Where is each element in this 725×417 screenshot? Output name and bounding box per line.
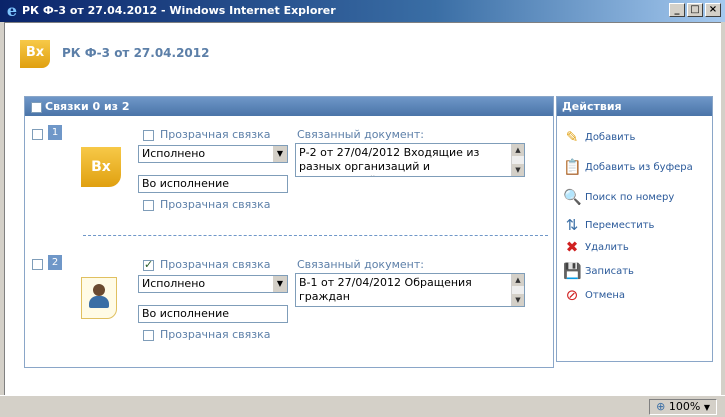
linked-document-field[interactable]: В-1 от 27/04/2012 Обращения граждан ▲ ▼: [295, 273, 525, 307]
transparent-link-checkbox[interactable]: [143, 258, 154, 271]
close-button[interactable]: ×: [705, 3, 721, 17]
save-icon: 💾: [563, 262, 582, 280]
window-controls: _ □ ×: [667, 3, 721, 17]
scroll-down-icon[interactable]: ▼: [512, 164, 524, 176]
window-title: РК Ф-3 от 27.04.2012 - Windows Internet …: [22, 4, 336, 17]
add-icon: ✎: [565, 128, 579, 146]
note-input[interactable]: Во исполнение: [138, 305, 288, 323]
search-by-number-button[interactable]: 🔍 Поиск по номеру: [563, 187, 674, 207]
links-panel: Связки 0 из 2 1 Вх Прозрачная связка Исп…: [24, 96, 554, 368]
move-button[interactable]: ⇅ Переместить: [563, 215, 655, 235]
transparent-link-option-top[interactable]: Прозрачная связка: [143, 258, 270, 271]
transparent-link-checkbox[interactable]: [143, 199, 154, 211]
row-checkbox[interactable]: [32, 259, 43, 270]
row-number: 2: [48, 255, 62, 270]
link-row: 2 Прозрачная связка Исполнено ▼ Во испол…: [25, 255, 555, 355]
window-title-bar[interactable]: e РК Ф-3 от 27.04.2012 - Windows Interne…: [0, 0, 725, 22]
row-divider: [83, 235, 548, 236]
transparent-link-checkbox[interactable]: [143, 129, 154, 141]
zoom-icon: ⊕: [656, 400, 666, 413]
scrollbar[interactable]: ▲ ▼: [511, 144, 524, 176]
minimize-button[interactable]: _: [669, 3, 685, 17]
chevron-down-icon[interactable]: ▼: [704, 403, 710, 412]
scrollbar[interactable]: ▲ ▼: [511, 274, 524, 306]
linked-document-label: Связанный документ:: [297, 258, 424, 271]
select-all-checkbox[interactable]: [31, 101, 42, 113]
page-title: РК Ф-3 от 27.04.2012: [62, 46, 210, 60]
transparent-link-checkbox[interactable]: [143, 329, 154, 341]
cancel-icon: ⊘: [565, 286, 579, 304]
incoming-badge-icon: Вх: [20, 40, 50, 68]
actions-panel: Действия ✎ Добавить 📋 Добавить из буфера 🔍…: [556, 96, 713, 362]
ie-logo-icon: e: [6, 1, 18, 20]
status-select[interactable]: Исполнено ▼: [138, 275, 288, 293]
chevron-down-icon[interactable]: ▼: [272, 146, 287, 162]
linked-document-field[interactable]: Р-2 от 27/04/2012 Входящие из разных орг…: [295, 143, 525, 177]
save-button[interactable]: 💾 Записать: [563, 261, 634, 281]
add-from-clipboard-button[interactable]: 📋 Добавить из буфера: [563, 157, 693, 177]
link-row: 1 Вх Прозрачная связка Исполнено ▼ Во ис…: [25, 125, 555, 225]
add-link-button[interactable]: ✎ Добавить: [563, 127, 636, 147]
cancel-button[interactable]: ⊘ Отмена: [563, 285, 625, 305]
note-input[interactable]: Во исполнение: [138, 175, 288, 193]
linked-document-label: Связанный документ:: [297, 128, 424, 141]
scroll-down-icon[interactable]: ▼: [512, 294, 524, 306]
transparent-link-option-bottom[interactable]: Прозрачная связка: [143, 198, 270, 211]
maximize-button[interactable]: □: [687, 3, 703, 17]
zoom-control[interactable]: ⊕ 100% ▼: [649, 399, 717, 415]
scroll-up-icon[interactable]: ▲: [512, 274, 524, 286]
row-number: 1: [48, 125, 62, 140]
status-bar: ⊕ 100% ▼: [0, 395, 725, 417]
transparent-link-option-top[interactable]: Прозрачная связка: [143, 128, 270, 141]
search-number-icon: 🔍: [563, 188, 582, 206]
move-icon: ⇅: [565, 216, 579, 234]
links-panel-title: Связки 0 из 2: [45, 100, 130, 113]
links-panel-header: Связки 0 из 2: [25, 97, 553, 116]
actions-panel-header: Действия: [557, 97, 712, 116]
clipboard-icon: 📋: [563, 158, 582, 176]
zoom-level: 100%: [668, 400, 701, 413]
delete-icon: ✖: [565, 238, 579, 256]
person-icon: [81, 277, 121, 323]
chevron-down-icon[interactable]: ▼: [272, 276, 287, 292]
incoming-document-icon: Вх: [81, 147, 121, 193]
delete-button[interactable]: ✖ Удалить: [563, 237, 629, 257]
transparent-link-option-bottom[interactable]: Прозрачная связка: [143, 328, 270, 341]
status-select[interactable]: Исполнено ▼: [138, 145, 288, 163]
scroll-up-icon[interactable]: ▲: [512, 144, 524, 156]
row-checkbox[interactable]: [32, 129, 43, 140]
